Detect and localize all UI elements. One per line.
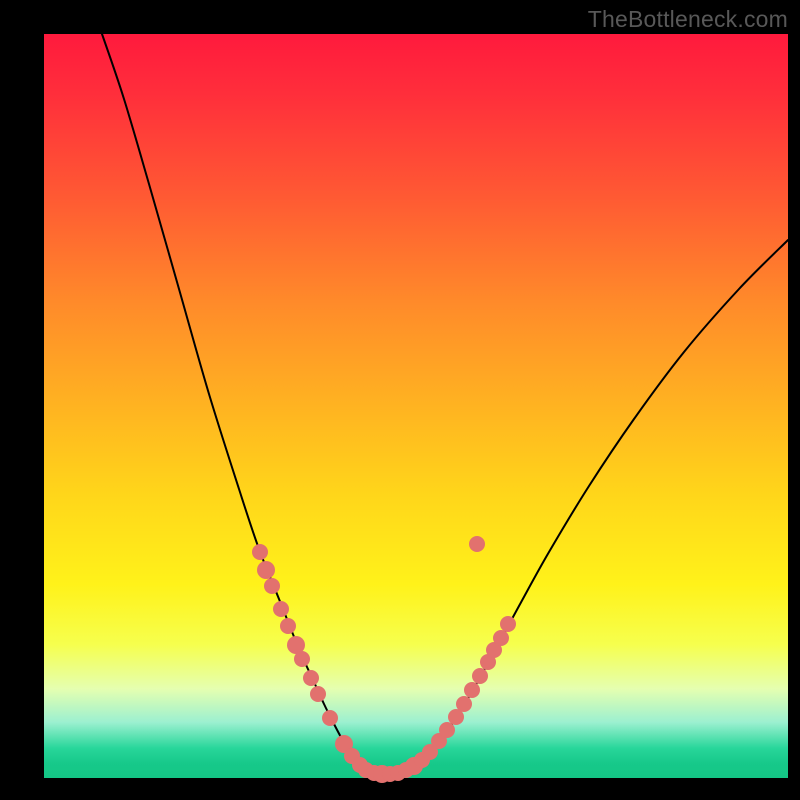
- scatter-marker: [273, 601, 289, 617]
- scatter-marker: [493, 630, 509, 646]
- scatter-marker: [264, 578, 280, 594]
- curve-svg: [44, 34, 788, 778]
- scatter-marker: [252, 544, 268, 560]
- scatter-marker: [469, 536, 485, 552]
- scatter-marker: [472, 668, 488, 684]
- scatter-marker: [322, 710, 338, 726]
- scatter-markers: [252, 536, 516, 783]
- scatter-marker: [280, 618, 296, 634]
- scatter-marker: [500, 616, 516, 632]
- scatter-marker: [464, 682, 480, 698]
- scatter-marker: [257, 561, 275, 579]
- scatter-marker: [439, 722, 455, 738]
- bottleneck-curve: [102, 34, 788, 775]
- scatter-marker: [310, 686, 326, 702]
- scatter-marker: [456, 696, 472, 712]
- scatter-marker: [303, 670, 319, 686]
- scatter-marker: [294, 651, 310, 667]
- plot-area: [44, 34, 788, 778]
- watermark-text: TheBottleneck.com: [588, 6, 788, 33]
- chart-frame: TheBottleneck.com: [0, 0, 800, 800]
